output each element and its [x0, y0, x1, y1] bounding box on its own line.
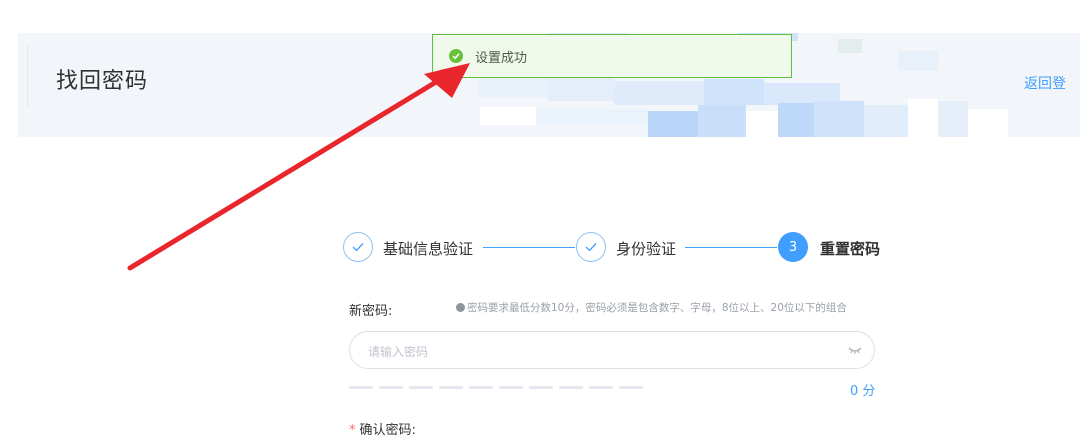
back-to-login-link[interactable]: 返回登 [1024, 73, 1066, 93]
step-3-number: 3 [778, 232, 808, 262]
step-2-check-icon [576, 232, 606, 262]
toast-message: 设置成功 [475, 50, 528, 66]
strength-score: 0 分 [850, 384, 876, 399]
required-mark: * [349, 423, 356, 438]
page-title: 找回密码 [56, 69, 149, 94]
strength-segment [499, 386, 523, 389]
header-divider [27, 45, 28, 107]
step-2-label: 身份验证 [616, 240, 677, 258]
step-3-label: 重置密码 [820, 240, 881, 258]
password-hint-text: 密码要求最低分数10分，密码必须是包含数字、字母，8位以上、20位以下的组合 [467, 302, 847, 314]
password-strength-bar [349, 386, 649, 390]
strength-segment [409, 386, 433, 389]
new-password-field[interactable] [349, 331, 875, 369]
info-icon [456, 303, 465, 312]
confirm-password-label-text: 确认密码: [359, 423, 416, 438]
step-connector-2 [685, 247, 777, 248]
strength-segment [439, 386, 463, 389]
strength-segment [349, 386, 373, 389]
strength-segment [469, 386, 493, 389]
strength-segment [529, 386, 553, 389]
step-connector-1 [483, 247, 575, 248]
strength-segment [379, 386, 403, 389]
step-1-check-icon [343, 232, 373, 262]
strength-segment [589, 386, 613, 389]
success-toast: 设置成功 [432, 34, 792, 78]
step-1-label: 基础信息验证 [383, 240, 474, 258]
strength-segment [619, 386, 643, 389]
new-password-label: 新密码: [349, 304, 393, 319]
eye-closed-icon[interactable] [848, 345, 862, 355]
check-circle-icon [449, 49, 463, 63]
new-password-input[interactable] [366, 341, 830, 363]
password-hint: 密码要求最低分数10分，密码必须是包含数字、字母，8位以上、20位以下的组合 [456, 300, 847, 315]
reset-steps: 基础信息验证 身份验证 3 重置密码 [343, 232, 883, 264]
strength-segment [559, 386, 583, 389]
confirm-password-label: * 确认密码: [349, 419, 416, 438]
